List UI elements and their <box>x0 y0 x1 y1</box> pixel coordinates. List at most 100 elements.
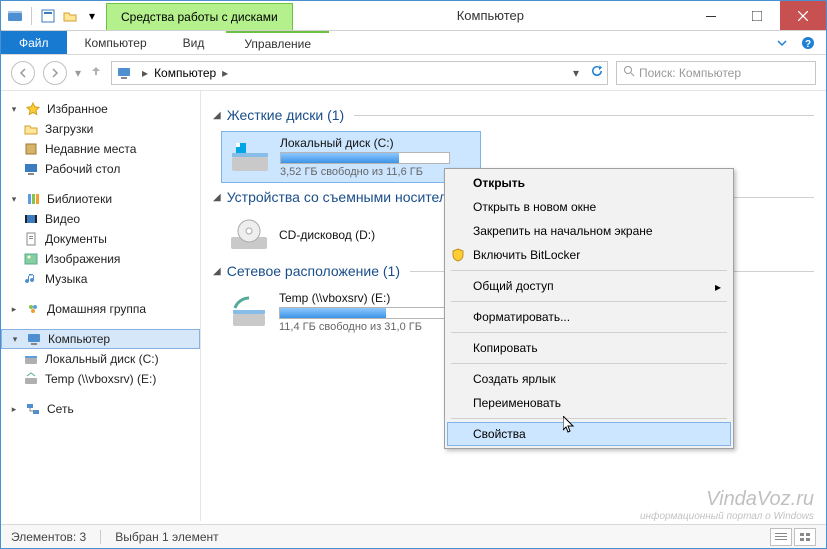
collapse-icon[interactable]: ◢ <box>213 110 221 121</box>
new-folder-icon[interactable] <box>62 8 78 24</box>
network-root[interactable]: ▸ Сеть <box>1 399 200 419</box>
refresh-icon[interactable] <box>589 64 603 81</box>
libraries-root[interactable]: ▾ Библиотеки <box>1 189 200 209</box>
ribbon-tab-view[interactable]: Вид <box>165 31 223 54</box>
view-toggles <box>770 528 816 546</box>
address-bar-row: ▾ ▸ Компьютер ▸ ▾ Поиск: Компьютер <box>1 55 826 91</box>
homegroup-label: Домашняя группа <box>47 302 146 316</box>
collapse-icon[interactable]: ▾ <box>9 104 19 115</box>
drive-tile-c[interactable]: Локальный диск (C:) 3,52 ГБ свободно из … <box>221 131 481 183</box>
collapse-icon[interactable]: ▾ <box>9 194 19 205</box>
quick-access-toolbar: ▾ <box>1 1 106 30</box>
drive-name: Temp (\\vboxsrv) (E:) <box>279 291 449 305</box>
status-selection: Выбран 1 элемент <box>115 530 218 544</box>
homegroup-root[interactable]: ▸ Домашняя группа <box>1 299 200 319</box>
ribbon: Файл Компьютер Вид Управление ? <box>1 31 826 55</box>
network-disk-icon <box>23 371 39 387</box>
disk-icon <box>23 351 39 367</box>
ribbon-tab-computer[interactable]: Компьютер <box>67 31 165 54</box>
favorites-label: Избранное <box>47 102 108 116</box>
help-icon[interactable]: ? <box>800 35 816 51</box>
sidebar-item-pictures[interactable]: Изображения <box>1 249 200 269</box>
sidebar-item-music[interactable]: Музыка <box>1 269 200 289</box>
expand-icon[interactable]: ▸ <box>9 404 19 415</box>
view-details-button[interactable] <box>770 528 792 546</box>
ribbon-tab-file[interactable]: Файл <box>1 31 67 54</box>
context-menu-copy[interactable]: Копировать <box>447 336 731 360</box>
history-dropdown-icon[interactable]: ▾ <box>75 66 81 80</box>
drive-name: CD-дисковод (D:) <box>279 228 375 242</box>
drive-name: Локальный диск (C:) <box>280 136 450 150</box>
view-tiles-button[interactable] <box>794 528 816 546</box>
ribbon-right: ? <box>774 31 826 54</box>
sidebar-item-disk-e[interactable]: Temp (\\vboxsrv) (E:) <box>1 369 200 389</box>
collapse-icon[interactable]: ◢ <box>213 266 221 277</box>
context-menu-sharing[interactable]: Общий доступ ▸ <box>447 274 731 298</box>
system-menu-icon[interactable] <box>7 8 23 24</box>
group-header-hdd[interactable]: ◢ Жесткие диски (1) <box>213 107 814 123</box>
sidebar-item-downloads[interactable]: Загрузки <box>1 119 200 139</box>
address-dropdown-icon[interactable]: ▾ <box>569 66 583 80</box>
ribbon-tab-manage[interactable]: Управление <box>226 31 329 54</box>
back-button[interactable] <box>11 61 35 85</box>
video-icon <box>23 211 39 227</box>
sidebar-item-recent[interactable]: Недавние места <box>1 139 200 159</box>
search-input[interactable]: Поиск: Компьютер <box>616 61 816 85</box>
context-menu-pin-start[interactable]: Закрепить на начальном экране <box>447 219 731 243</box>
disk-icon <box>230 139 270 175</box>
computer-icon <box>26 331 42 347</box>
folder-download-icon <box>23 121 39 137</box>
context-menu-bitlocker[interactable]: Включить BitLocker <box>447 243 731 267</box>
expand-ribbon-icon[interactable] <box>774 35 790 51</box>
menu-separator <box>451 418 727 419</box>
navigation-pane: ▾ Избранное Загрузки Недавние места Рабо… <box>1 91 201 521</box>
music-icon <box>23 271 39 287</box>
star-icon <box>25 101 41 117</box>
context-menu-format[interactable]: Форматировать... <box>447 305 731 329</box>
breadcrumb-arrow-icon[interactable]: ▸ <box>216 66 234 80</box>
expand-icon[interactable]: ▸ <box>9 304 19 315</box>
drive-tile-e[interactable]: Temp (\\vboxsrv) (E:) 11,4 ГБ свободно и… <box>221 287 481 337</box>
svg-text:?: ? <box>805 39 811 50</box>
properties-icon[interactable] <box>40 8 56 24</box>
drive-tile-d[interactable]: CD-дисковод (D:) <box>221 213 481 257</box>
submenu-arrow-icon: ▸ <box>715 280 721 294</box>
context-tab-header: Средства работы с дисками <box>106 1 293 30</box>
up-button[interactable] <box>89 64 103 81</box>
forward-button[interactable] <box>43 61 67 85</box>
computer-label: Компьютер <box>48 332 110 346</box>
sidebar-item-videos[interactable]: Видео <box>1 209 200 229</box>
favorites-root[interactable]: ▾ Избранное <box>1 99 200 119</box>
context-menu-properties[interactable]: Свойства <box>447 422 731 446</box>
computer-icon <box>116 65 132 81</box>
qa-dropdown-icon[interactable]: ▾ <box>84 8 100 24</box>
breadcrumb-item[interactable]: Компьютер <box>154 66 216 80</box>
separator <box>100 530 101 544</box>
close-button[interactable] <box>780 1 826 30</box>
minimize-button[interactable] <box>688 1 734 30</box>
sidebar-item-documents[interactable]: Документы <box>1 229 200 249</box>
menu-separator <box>451 270 727 271</box>
context-menu-rename[interactable]: Переименовать <box>447 391 731 415</box>
network-label: Сеть <box>47 402 74 416</box>
network-drive-icon <box>229 294 269 330</box>
homegroup-icon <box>25 301 41 317</box>
sidebar-item-disk-c[interactable]: Локальный диск (C:) <box>1 349 200 369</box>
sidebar-item-desktop[interactable]: Рабочий стол <box>1 159 200 179</box>
capacity-bar <box>280 152 450 164</box>
collapse-icon[interactable]: ▾ <box>10 334 20 345</box>
maximize-button[interactable] <box>734 1 780 30</box>
drive-free-text: 11,4 ГБ свободно из 31,0 ГБ <box>279 321 449 333</box>
address-bar[interactable]: ▸ Компьютер ▸ ▾ <box>111 61 608 85</box>
search-placeholder: Поиск: Компьютер <box>639 66 741 80</box>
collapse-icon[interactable]: ◢ <box>213 192 221 203</box>
document-icon <box>23 231 39 247</box>
computer-root[interactable]: ▾ Компьютер <box>1 329 200 349</box>
capacity-bar <box>279 307 449 319</box>
libraries-label: Библиотеки <box>47 192 112 206</box>
context-menu-create-shortcut[interactable]: Создать ярлык <box>447 367 731 391</box>
status-count: Элементов: 3 <box>11 530 86 544</box>
context-menu-open[interactable]: Открыть <box>447 171 731 195</box>
context-menu-open-new-window[interactable]: Открыть в новом окне <box>447 195 731 219</box>
breadcrumb-arrow-icon[interactable]: ▸ <box>136 66 154 80</box>
